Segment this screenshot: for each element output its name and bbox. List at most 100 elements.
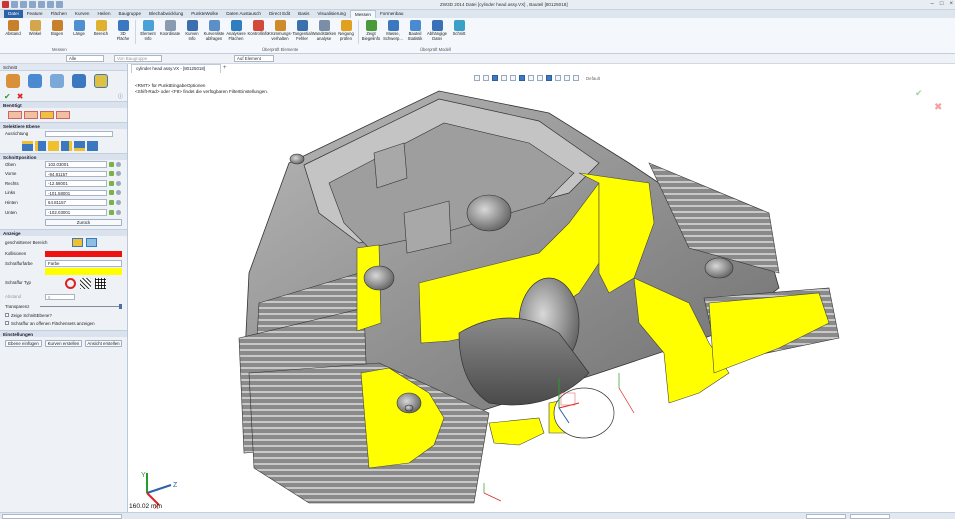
ribbon-button-10[interactable]: Kurvenliste abfragen — [203, 18, 225, 46]
plane-type-icon-1[interactable] — [8, 111, 22, 119]
ribbon-button-14[interactable]: Tangential Fehler — [291, 18, 313, 46]
tab-blechabwicklung[interactable]: Blechabwicklung — [145, 10, 187, 18]
ribbon-button-3[interactable]: Bogen — [46, 18, 68, 46]
ribbon-button-16[interactable]: Neigung prüfen — [335, 18, 357, 46]
spacing-input[interactable]: 5 — [45, 293, 75, 301]
orient-icon-6[interactable] — [87, 140, 98, 151]
cancel-x-icon[interactable]: ✖ — [17, 92, 24, 101]
pick-arrow-icon[interactable] — [109, 171, 114, 177]
position-input[interactable]: -102.03001 — [45, 209, 107, 216]
plane-type-icon-3[interactable] — [40, 111, 54, 119]
options-icon[interactable] — [116, 161, 121, 167]
close-icon[interactable]: × — [949, 1, 953, 7]
open-file-icon[interactable] — [20, 1, 27, 8]
orient-icon-2[interactable] — [35, 140, 46, 151]
cylinder-head-model[interactable]: Y Z X — [129, 73, 955, 512]
cut-area-icon-1[interactable] — [72, 238, 83, 248]
section-select-plane[interactable]: Selektiere Ebene — [0, 122, 127, 129]
position-input[interactable]: -101.58001 — [45, 189, 107, 197]
position-input[interactable]: -12.58001 — [45, 180, 107, 187]
tab-feature[interactable]: Feature — [23, 10, 47, 18]
reset-button[interactable]: Zurück — [45, 219, 122, 227]
redo-icon[interactable] — [47, 1, 54, 8]
transparency-slider[interactable] — [40, 305, 122, 307]
filter-tool-icons[interactable] — [2, 55, 60, 62]
undo-icon[interactable] — [38, 1, 45, 8]
plane-type-icon-2[interactable] — [24, 111, 38, 119]
orient-icon-4[interactable] — [61, 140, 72, 151]
tab-flaechen[interactable]: Flächen — [47, 10, 71, 18]
tab-formenbau[interactable]: Formenbau — [376, 10, 408, 18]
ribbon-button-21[interactable]: Schnitt — [448, 18, 470, 46]
ribbon-button-6[interactable]: 3D Fläche — [112, 18, 134, 46]
ribbon-button-17[interactable]: Zeigt Biegelinfo — [360, 18, 382, 46]
hatch-color-swatch[interactable] — [45, 268, 122, 276]
ribbon-button-7[interactable]: Element Info — [137, 18, 159, 46]
hatch-color-select[interactable]: Farbe — [45, 260, 122, 267]
position-input[interactable]: 64.81157 — [45, 199, 107, 206]
maximize-icon[interactable]: □ — [940, 1, 944, 7]
tab-daten-austausch[interactable]: Daten Austausch — [222, 10, 265, 18]
collision-color-swatch[interactable] — [45, 251, 122, 258]
filter-select[interactable]: Alle — [66, 55, 104, 62]
section-required[interactable]: Benötigt — [0, 101, 127, 108]
tab-messen[interactable]: Messen — [349, 10, 376, 18]
show-plane-checkbox[interactable] — [5, 313, 9, 318]
position-input[interactable]: 102.03001 — [45, 161, 107, 168]
options-icon[interactable] — [116, 171, 121, 177]
tab-punktewolke[interactable]: PunkteWolke — [187, 10, 222, 18]
pick-arrow-icon[interactable] — [109, 190, 114, 196]
section-settings[interactable]: Einstellungen — [0, 329, 127, 337]
ribbon-button-8[interactable]: Koordinate — [159, 18, 181, 46]
plane-type-icon-4[interactable] — [56, 111, 70, 119]
ribbon-button-11[interactable]: Analysiere Flächen — [225, 18, 247, 46]
options-icon[interactable] — [116, 190, 121, 196]
3d-viewport[interactable]: <RMT> für PunktEingabeOptionen <Shift-Ra… — [129, 73, 955, 512]
ribbon-button-4[interactable]: Länge — [68, 18, 90, 46]
section-display[interactable]: Anzeige — [0, 229, 127, 237]
ribbon-button-1[interactable]: Abstand — [2, 18, 24, 46]
create-curves-button[interactable]: Kurven erstellen — [45, 339, 82, 347]
new-file-icon[interactable] — [11, 1, 18, 8]
section-mode-icon-5[interactable] — [94, 74, 108, 88]
minimize-icon[interactable]: – — [931, 1, 934, 7]
cut-area-icon-2[interactable] — [86, 238, 97, 248]
create-view-button[interactable]: Ansicht erstellen — [85, 339, 122, 347]
help-icon[interactable]: ⓘ — [118, 93, 123, 100]
settings-icon[interactable] — [56, 1, 63, 8]
section-mode-icon-1[interactable] — [6, 74, 20, 88]
tab-basis[interactable]: Basis — [294, 10, 313, 18]
no-hatch-icon[interactable] — [65, 278, 76, 290]
ribbon-button-18[interactable]: Masse, Schwerp... — [382, 18, 404, 46]
ribbon-button-20[interactable]: Abhängige Datei — [426, 18, 448, 46]
insert-plane-button[interactable]: Ebene einfügen — [5, 339, 42, 347]
pick-mode-select[interactable]: Auf Element — [234, 55, 274, 62]
ribbon-button-5[interactable]: Bereich — [90, 18, 112, 46]
ribbon-button-15[interactable]: Wandstärken analyse — [312, 18, 336, 46]
options-icon[interactable] — [116, 209, 121, 215]
ok-check-icon[interactable]: ✔ — [4, 92, 11, 101]
pick-arrow-icon[interactable] — [109, 209, 114, 215]
orient-icon-5[interactable] — [74, 140, 85, 151]
ribbon-button-2[interactable]: Winkel — [24, 18, 46, 46]
tab-baugruppe[interactable]: Baugruppe — [115, 10, 145, 18]
ribbon-button-12[interactable]: Kontrollinfo — [247, 18, 269, 46]
options-icon[interactable] — [116, 180, 121, 186]
pick-arrow-icon[interactable] — [109, 161, 114, 167]
pick-arrow-icon[interactable] — [109, 180, 114, 186]
orientation-field[interactable] — [45, 130, 113, 137]
pick-arrow-icon[interactable] — [109, 199, 114, 205]
position-input[interactable]: -94.81157 — [45, 170, 107, 178]
section-mode-icon-2[interactable] — [28, 74, 42, 88]
transparency-slider-handle[interactable] — [119, 303, 122, 309]
tab-direct-edit[interactable]: Direct Edit — [265, 10, 294, 18]
hatch-open-checkbox[interactable] — [5, 321, 9, 326]
app-logo-icon[interactable] — [2, 1, 9, 8]
tab-kurven[interactable]: Kurven — [71, 10, 94, 18]
section-mode-icon-4[interactable] — [72, 74, 86, 88]
tab-heilen[interactable]: Heilen — [93, 10, 114, 18]
orient-icon-3[interactable] — [48, 140, 59, 151]
ribbon-button-13[interactable]: Krümmungs-verhalten — [268, 18, 292, 46]
options-icon[interactable] — [116, 199, 121, 205]
ribbon-button-9[interactable]: Kurven Info — [181, 18, 203, 46]
